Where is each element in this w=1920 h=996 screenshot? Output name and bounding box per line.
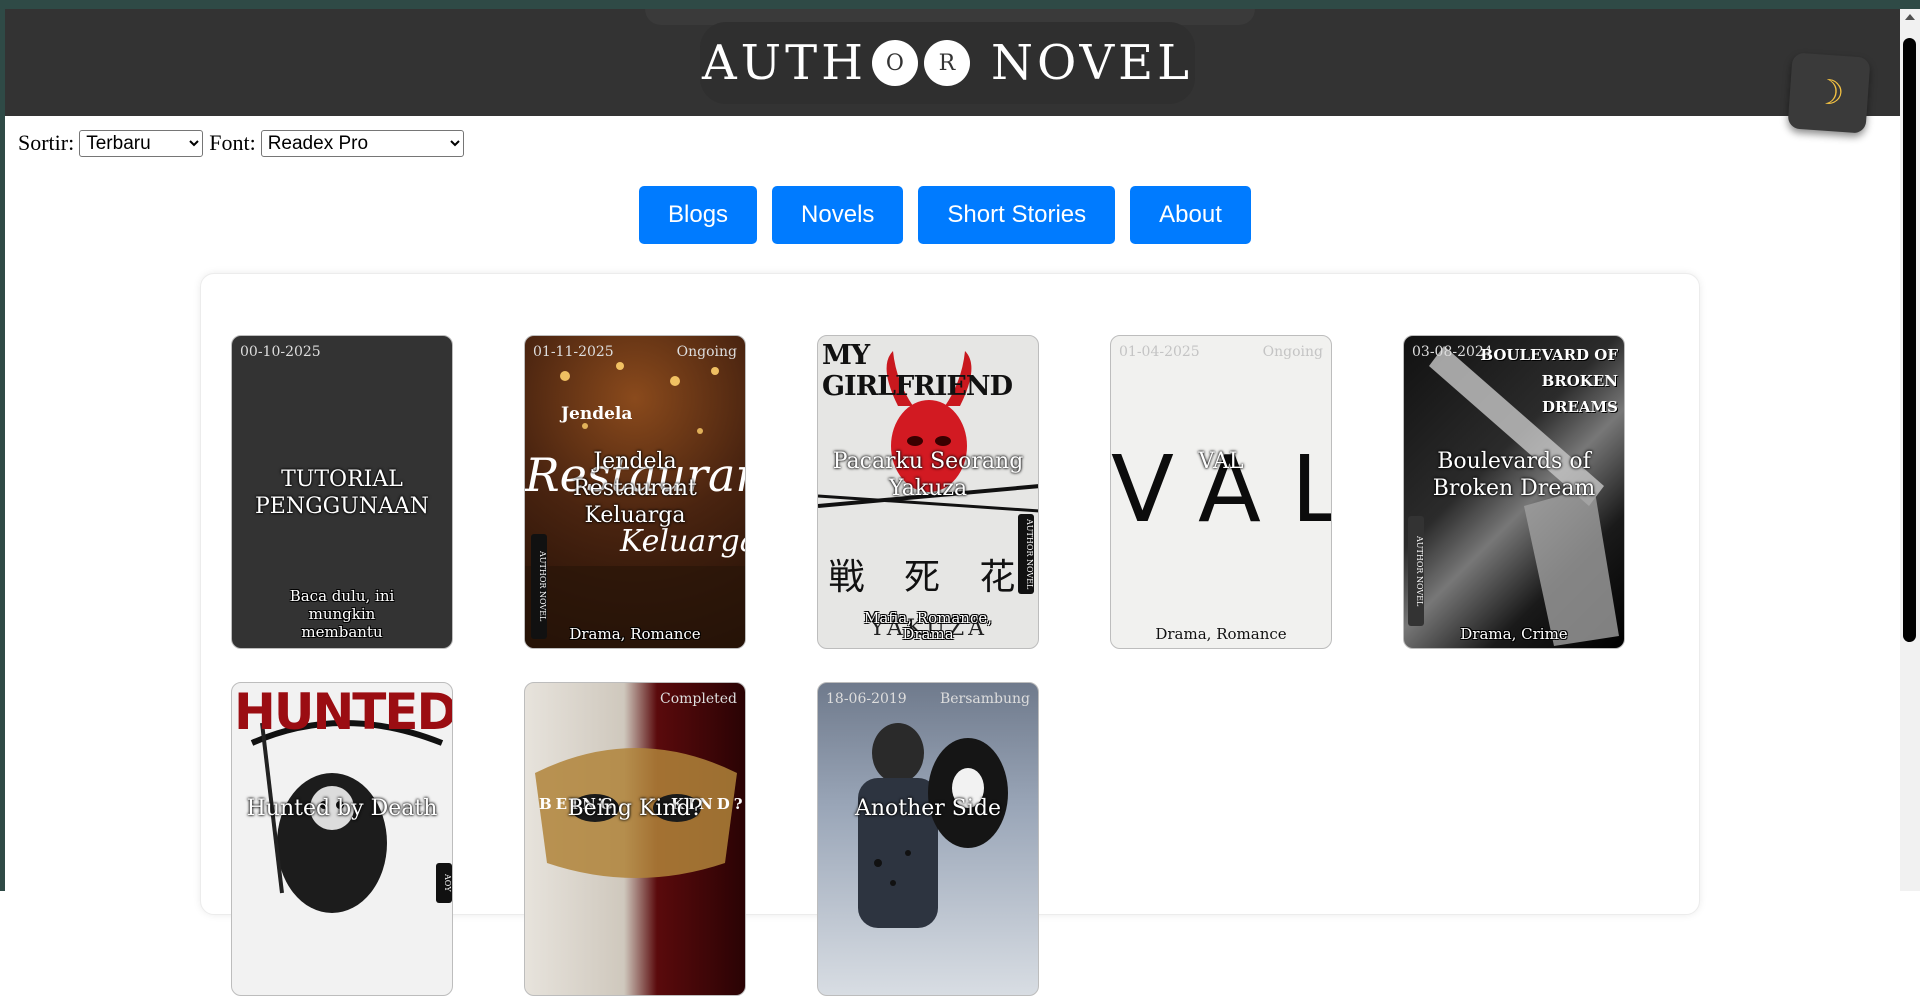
logo-circle-r: R bbox=[923, 40, 970, 86]
card-date: 18-06-2019 bbox=[826, 691, 907, 707]
scrollbar-thumb[interactable] bbox=[1903, 38, 1916, 642]
cover-kanji: 戦 死 花 bbox=[828, 557, 1030, 598]
card-genre: Drama, Romance bbox=[1155, 625, 1287, 643]
font-label: Font: bbox=[209, 130, 256, 155]
logo-word-novel: NOVEL bbox=[990, 35, 1194, 91]
scroll-up-arrow-icon[interactable] bbox=[1905, 14, 1915, 20]
card-title: Jendela Restaurant Keluarga bbox=[573, 449, 697, 528]
card-genre: Drama, Crime bbox=[1460, 625, 1568, 643]
card-status: Bersambung bbox=[939, 691, 1030, 707]
novel-card[interactable]: 00-10-2025 TUTORIAL PENGGUNAAN Baca dulu… bbox=[231, 335, 453, 649]
main-nav: Blogs Novels Short Stories About bbox=[639, 186, 1251, 244]
card-date: 00-10-2025 bbox=[240, 344, 321, 360]
window-top-strip bbox=[0, 0, 1920, 9]
cover-heading: MY GIRLFRIEND bbox=[822, 340, 1013, 402]
card-status: Ongoing bbox=[1262, 344, 1323, 360]
card-title: Pacarku Seorang Yakuza bbox=[832, 449, 1024, 501]
sort-label: Sortir: bbox=[18, 130, 75, 155]
card-title: Another Side bbox=[854, 796, 1002, 821]
sort-select[interactable]: Terbaru bbox=[79, 129, 204, 157]
sort-font-controls: Sortir: Terbaru Font: Readex Pro bbox=[18, 129, 470, 157]
cover-spine-logo: AUTHOR NOVEL bbox=[1408, 516, 1424, 626]
cover-script-text-2: Keluarga bbox=[620, 524, 746, 559]
card-status: Ongoing bbox=[676, 344, 737, 360]
card-genre: Drama, Romance bbox=[569, 625, 701, 643]
nav-novels-button[interactable]: Novels bbox=[772, 186, 904, 244]
window-left-edge bbox=[0, 9, 5, 891]
nav-about-button[interactable]: About bbox=[1130, 186, 1251, 244]
card-status: Completed bbox=[659, 691, 737, 707]
cover-heading: Jendela bbox=[561, 404, 633, 424]
card-title: Being Kind? bbox=[567, 796, 703, 821]
nav-short-stories-button[interactable]: Short Stories bbox=[918, 186, 1116, 244]
theme-toggle-button[interactable]: ☽ bbox=[1787, 52, 1871, 134]
logo-word-auth: AUTH bbox=[701, 35, 867, 91]
card-genre: Mafia, Romance, Drama bbox=[864, 609, 992, 643]
card-title: Boulevards of Broken Dream bbox=[1432, 449, 1596, 501]
moon-icon: ☽ bbox=[1812, 71, 1846, 115]
cover-heading: BOULEVARD OF BROKEN DREAMS bbox=[1480, 346, 1618, 416]
card-date: 01-04-2025 bbox=[1119, 344, 1200, 360]
novel-card[interactable]: Completed BEING KIND? Being Kind? bbox=[524, 682, 746, 996]
cover-heading: HUNTED bbox=[234, 683, 453, 741]
cover-spine-logo: AUTHOR NOVEL bbox=[1018, 514, 1034, 594]
card-date: 01-11-2025 bbox=[533, 344, 614, 360]
card-title: TUTORIAL PENGGUNAAN bbox=[254, 467, 430, 519]
novel-card[interactable]: MY GIRLFRIEND 戦 死 花 YAKUZA AUTHOR NOVEL … bbox=[817, 335, 1039, 649]
cover-art bbox=[858, 723, 1008, 928]
novel-card[interactable]: 03-08-2024 BOULEVARD OF BROKEN DREAMS AU… bbox=[1403, 335, 1625, 649]
card-description: Baca dulu, ini mungkin membantu bbox=[289, 587, 395, 641]
cover-spine-logo: AUTHOR NOVEL bbox=[531, 534, 547, 639]
novel-card[interactable]: HUNTED AOY Hunted by Death bbox=[231, 682, 453, 996]
font-select[interactable]: Readex Pro bbox=[260, 129, 464, 157]
nav-blogs-button[interactable]: Blogs bbox=[639, 186, 758, 244]
logo-circle-o: O bbox=[871, 40, 918, 86]
site-logo[interactable]: AUTH O R NOVEL bbox=[700, 22, 1195, 104]
card-title: Hunted by Death bbox=[246, 796, 438, 821]
novel-card[interactable]: 18-06-2019 Bersambung Another Side bbox=[817, 682, 1039, 996]
card-title: VAL bbox=[1198, 449, 1244, 474]
novel-card[interactable]: 01-04-2025 Ongoing VAL VAL Drama, Romanc… bbox=[1110, 335, 1332, 649]
cover-art bbox=[535, 748, 737, 878]
novel-card[interactable]: 01-11-2025 Ongoing Jendela Restaurant Ke… bbox=[524, 335, 746, 649]
cover-spine-logo: AOY bbox=[436, 863, 452, 903]
